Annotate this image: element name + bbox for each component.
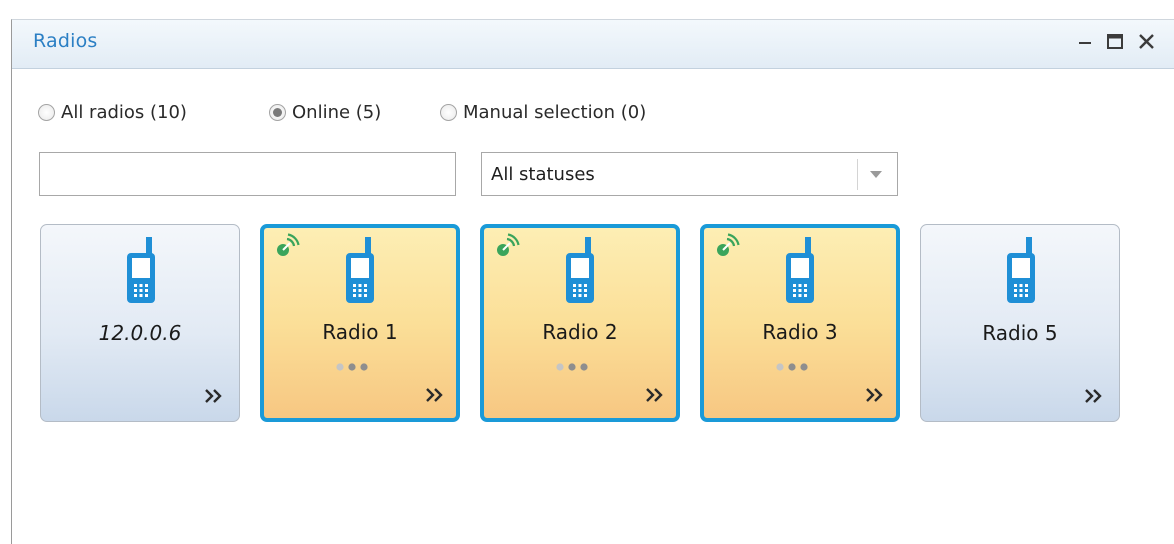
status-dots-icon (555, 357, 605, 376)
maximize-icon (1107, 34, 1123, 49)
radio-button-online[interactable] (269, 103, 286, 121)
close-icon (1139, 34, 1154, 49)
radio-tile[interactable]: 12.0.0.6 (40, 224, 240, 422)
signal-icon (714, 233, 740, 263)
radio-label-all: All radios (10) (61, 101, 187, 123)
minimize-button[interactable] (1072, 28, 1100, 56)
title-bar: Radios (12, 20, 1174, 69)
radio-label-online: Online (5) (292, 101, 382, 123)
radio-name: 12.0.0.6 (98, 321, 182, 345)
radio-tile[interactable]: Radio 5 (920, 224, 1120, 422)
double-chevron-right-icon[interactable] (1083, 386, 1105, 410)
double-chevron-right-icon[interactable] (203, 386, 225, 410)
radio-phone-icon (1003, 237, 1039, 311)
radio-name: Radio 2 (542, 320, 618, 344)
maximize-button[interactable] (1102, 28, 1130, 56)
status-dots-icon (775, 357, 825, 376)
radio-option-online[interactable]: Online (5) (269, 100, 381, 124)
select-divider (857, 159, 858, 190)
signal-icon (274, 233, 300, 263)
radio-tile[interactable]: Radio 1 (260, 224, 460, 422)
window-title: Radios (33, 30, 98, 52)
radio-phone-icon (342, 237, 378, 311)
search-input[interactable] (39, 152, 456, 196)
radio-tile[interactable]: Radio 3 (700, 224, 900, 422)
radio-option-manual[interactable]: Manual selection (0) (440, 100, 646, 124)
radios-window: Radios All radios (10) Online (5) Manual… (11, 19, 1174, 544)
radio-phone-icon (123, 237, 159, 311)
radio-label-manual: Manual selection (0) (463, 101, 647, 123)
radio-tile[interactable]: Radio 2 (480, 224, 680, 422)
radio-phone-icon (562, 237, 598, 311)
double-chevron-right-icon[interactable] (864, 385, 886, 409)
radio-phone-icon (782, 237, 818, 311)
radio-option-all[interactable]: All radios (10) (38, 100, 187, 124)
minimize-icon (1079, 42, 1091, 44)
radio-name: Radio 3 (762, 320, 838, 344)
radio-button-all[interactable] (38, 103, 55, 121)
radio-button-manual[interactable] (440, 103, 457, 121)
status-dots-icon (335, 357, 385, 376)
status-filter-select[interactable]: All statuses (481, 152, 898, 196)
double-chevron-right-icon[interactable] (424, 385, 446, 409)
double-chevron-right-icon[interactable] (644, 385, 666, 409)
signal-icon (494, 233, 520, 263)
radio-name: Radio 5 (982, 321, 1058, 345)
chevron-down-icon (870, 171, 882, 178)
radio-name: Radio 1 (322, 320, 398, 344)
close-button[interactable] (1133, 28, 1161, 56)
status-select-value: All statuses (491, 164, 595, 185)
radio-tiles-list: 12.0.0.6 Radio 1 Radio 2 Radio 3 Radio 5 (40, 224, 1140, 424)
